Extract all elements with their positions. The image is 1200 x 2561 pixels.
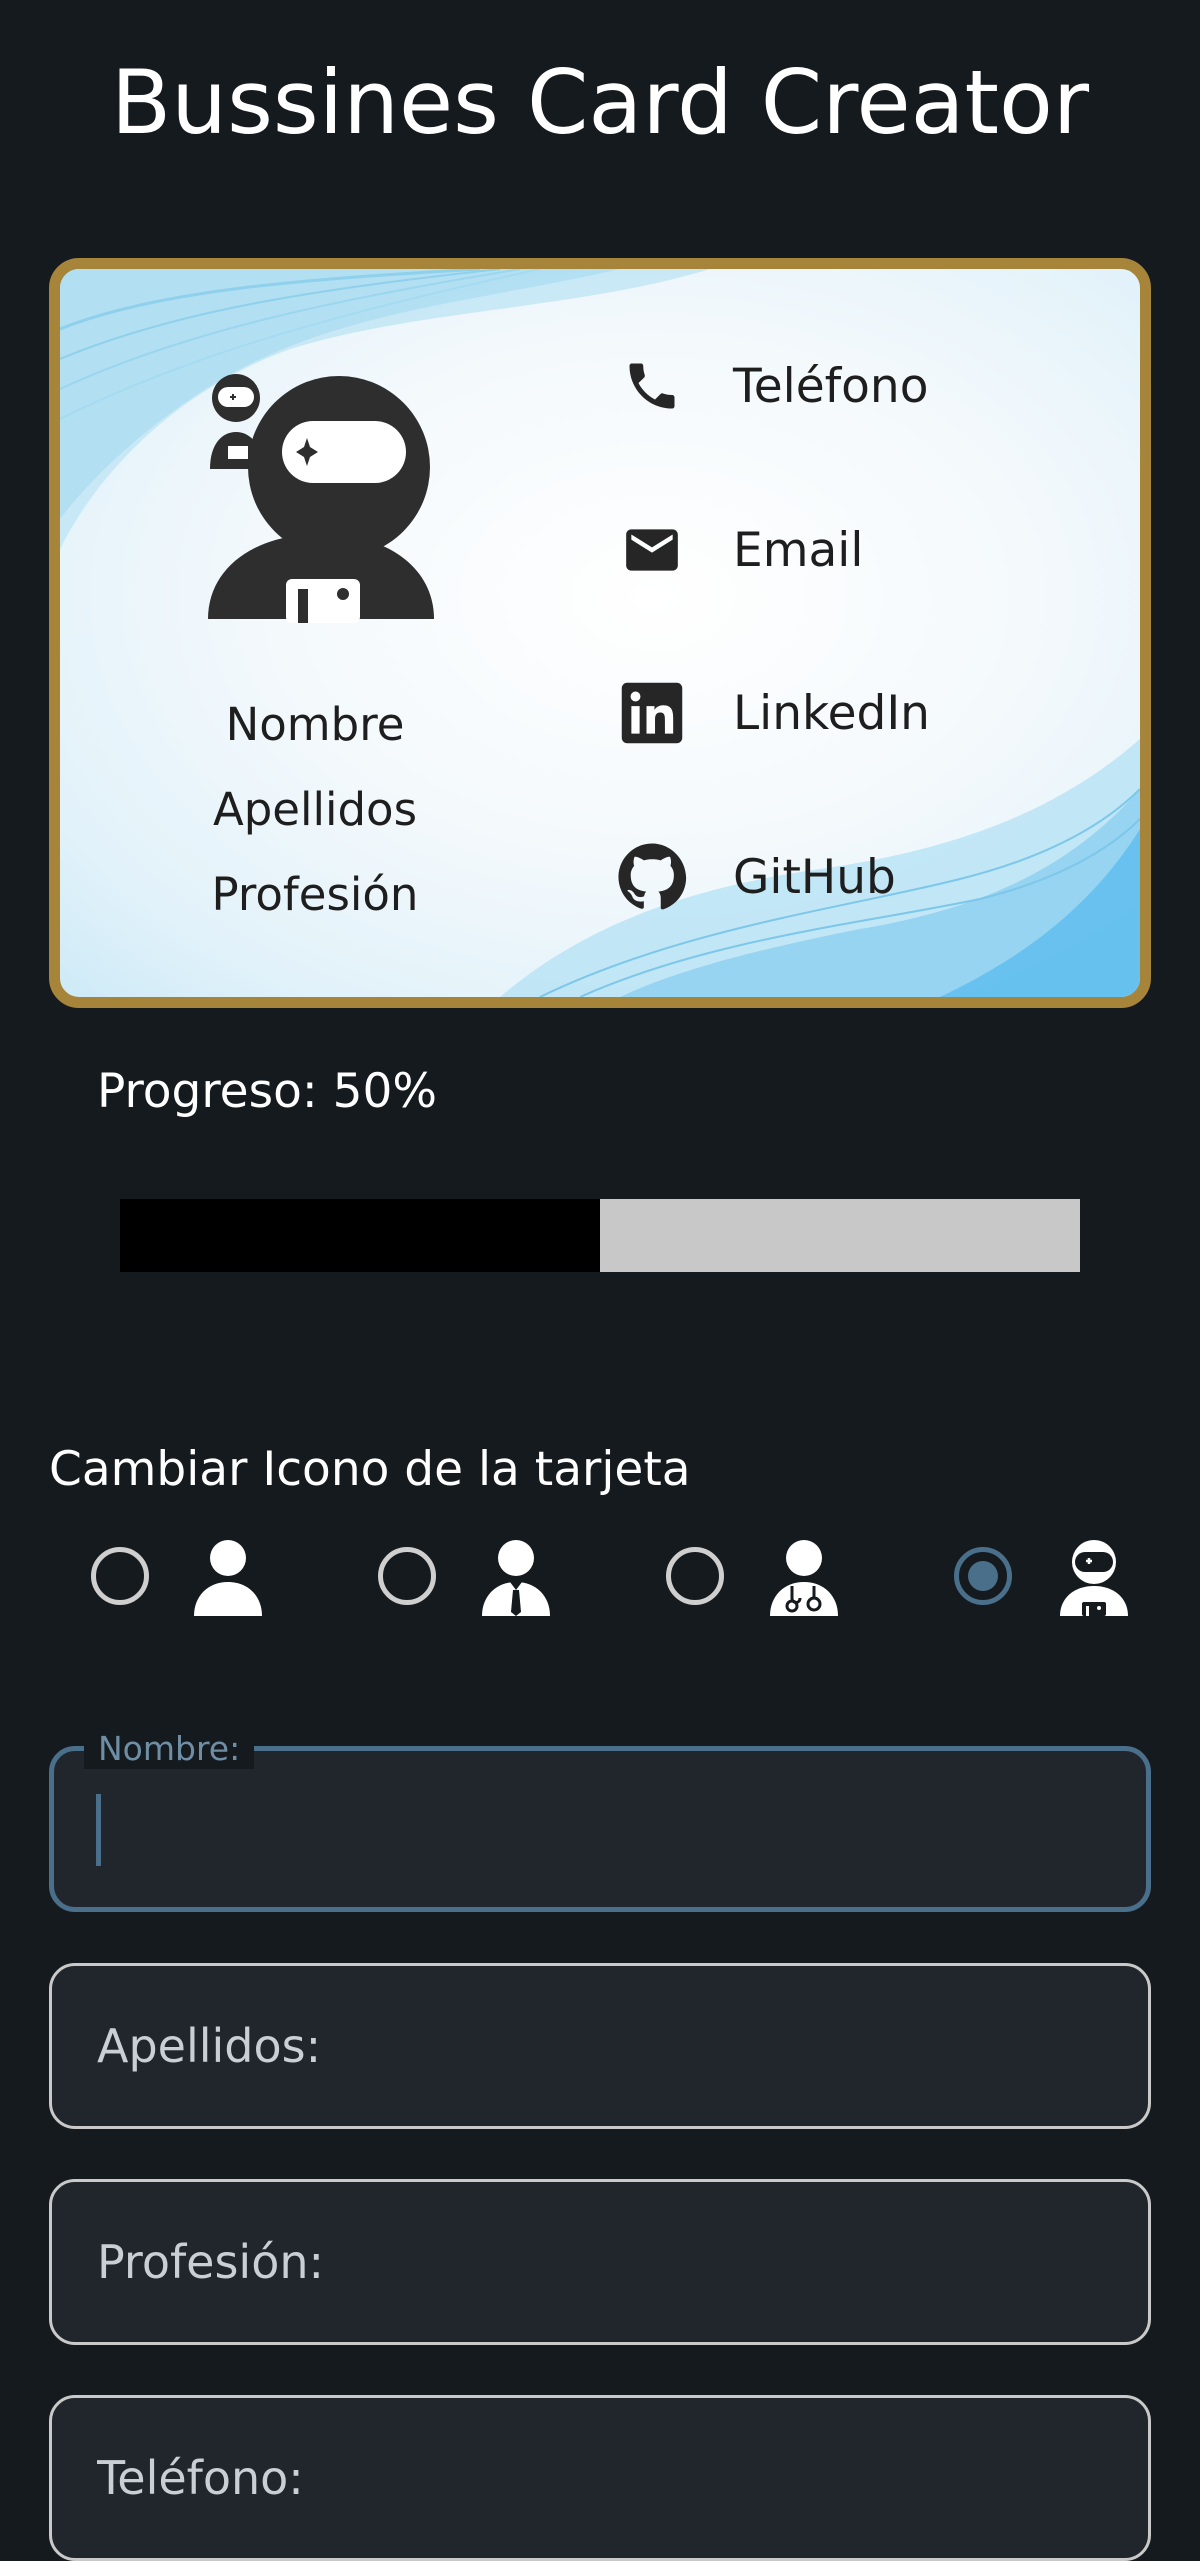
email-icon: [615, 513, 689, 587]
progress-bar-fill: [120, 1199, 600, 1272]
phone-input[interactable]: [97, 2398, 1097, 2558]
progress-bar: [120, 1199, 1080, 1272]
contact-email-label: Email: [733, 522, 864, 578]
contact-phone: Teléfono: [615, 341, 928, 431]
contact-phone-label: Teléfono: [733, 358, 929, 414]
card-name: Nombre: [225, 698, 405, 751]
name-field[interactable]: [49, 1746, 1151, 1912]
contact-linkedin-label: LinkedIn: [733, 685, 930, 741]
profession-input[interactable]: [97, 2182, 1097, 2342]
progress-label: Progreso: 50%: [97, 1064, 438, 1119]
phone-field[interactable]: [49, 2395, 1151, 2561]
text-caret: [96, 1794, 101, 1866]
linkedin-icon: [615, 676, 689, 750]
icon-chooser-title: Cambiar Icono de la tarjeta: [49, 1442, 691, 1497]
contact-linkedin: LinkedIn: [615, 668, 930, 758]
doctor-icon: [770, 1540, 838, 1616]
person-icon: [194, 1540, 262, 1616]
astronaut-icon: [1060, 1540, 1128, 1616]
contact-email: Email: [615, 505, 863, 595]
card-surname: Apellidos: [212, 783, 418, 836]
radio-astronaut[interactable]: [954, 1547, 1012, 1605]
contact-github-label: GitHub: [733, 849, 896, 905]
radio-doctor[interactable]: [666, 1547, 724, 1605]
card-profession: Profesión: [211, 868, 419, 921]
name-input[interactable]: [99, 1751, 1099, 1907]
github-icon: [615, 840, 689, 914]
name-field-label: Nombre:: [84, 1729, 255, 1769]
radio-businessman[interactable]: [378, 1547, 436, 1605]
radio-person[interactable]: [91, 1547, 149, 1605]
surname-field[interactable]: [49, 1963, 1151, 2129]
surname-input[interactable]: [97, 1966, 1097, 2126]
astronaut-icon: [208, 374, 434, 623]
business-card-preview: Nombre Apellidos Profesión Teléfono Emai…: [49, 258, 1151, 1008]
businessman-icon: [482, 1540, 550, 1616]
app-title: Bussines Card Creator: [110, 51, 1090, 154]
phone-icon: [615, 349, 689, 423]
profession-field[interactable]: [49, 2179, 1151, 2345]
contact-github: GitHub: [615, 832, 896, 922]
